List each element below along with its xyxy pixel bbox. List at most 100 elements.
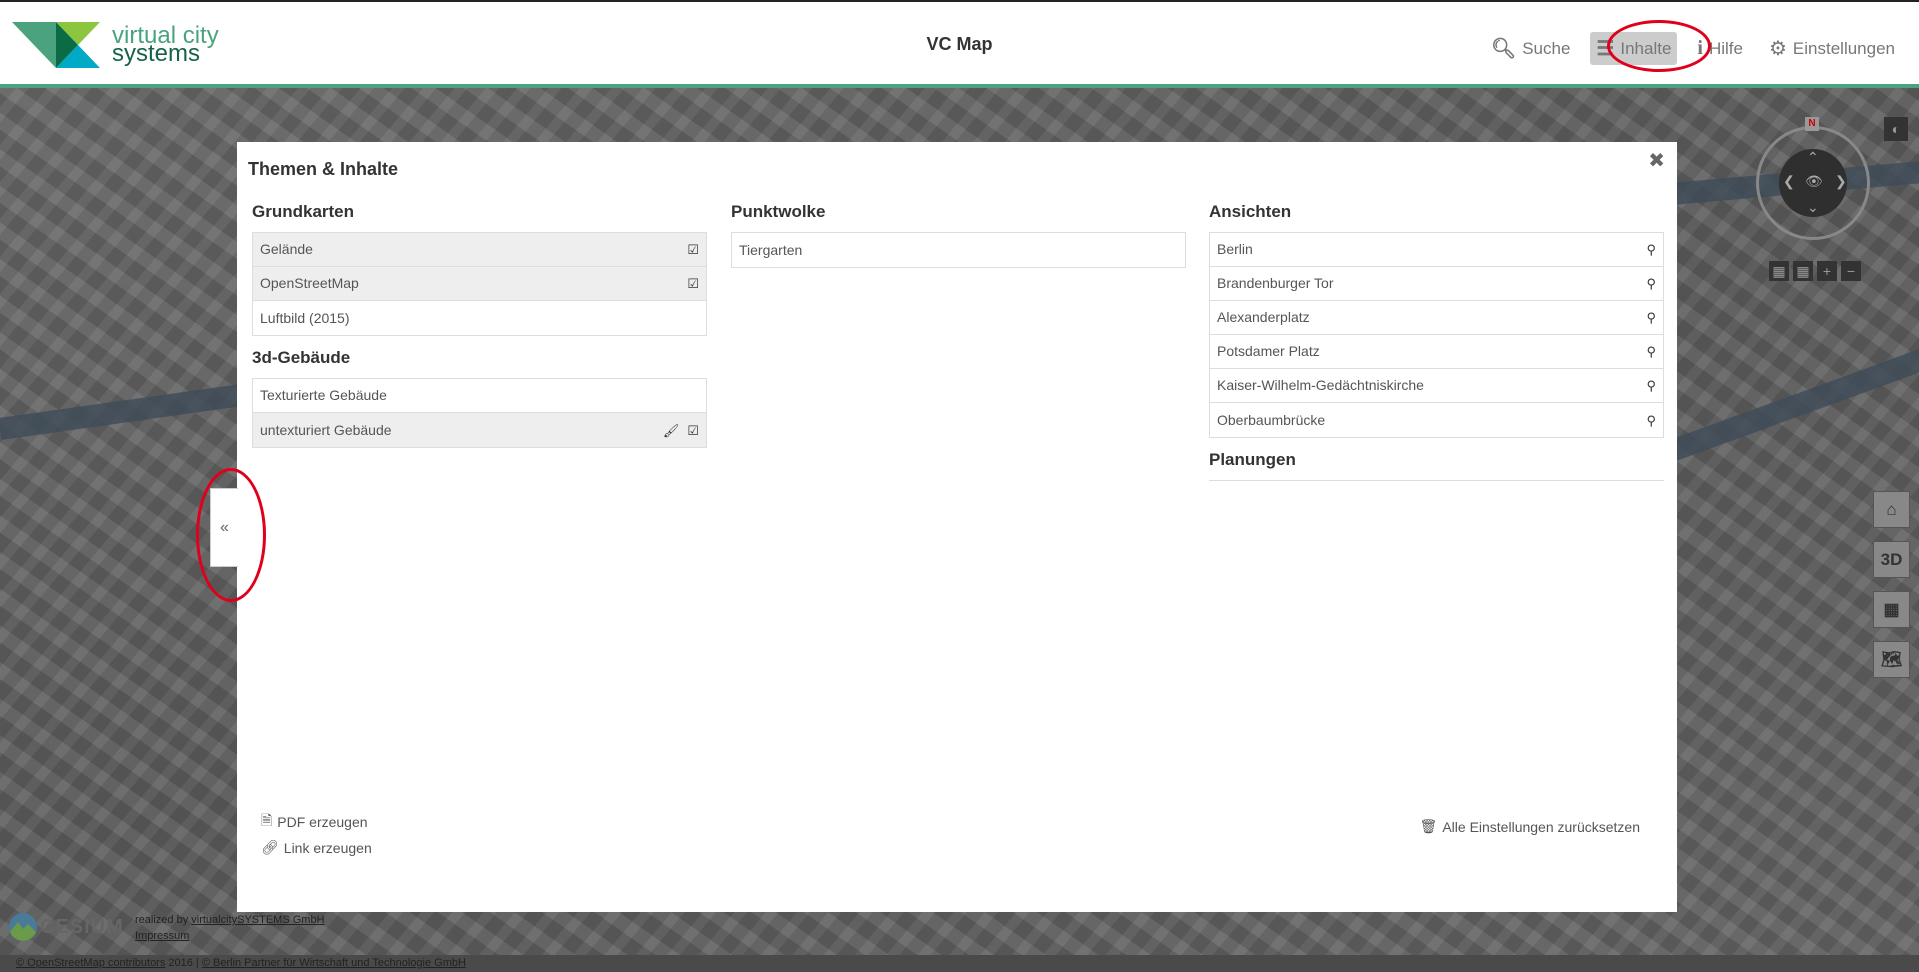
link-icon: 🔗︎ — [261, 839, 279, 855]
views-list: Berlin ⚲ Brandenburger Tor ⚲ Alexanderplat… — [1209, 232, 1664, 438]
divider — [1209, 480, 1664, 481]
item-label: Kaiser-Wilhelm-Gedächtniskirche — [1217, 377, 1424, 393]
berlin-partner-link[interactable]: © Berlin Partner für Wirtschaft und Tech… — [202, 957, 466, 969]
section-title-buildings: 3d-Gebäude — [252, 348, 351, 367]
perspective-grid-icon: ▦ — [1772, 262, 1786, 279]
brush-icon[interactable]: 🖌︎ — [663, 414, 680, 447]
list-item[interactable]: Texturierte Gebäude — [253, 379, 706, 413]
3d-button[interactable]: 3D — [1873, 541, 1910, 578]
reset-settings-link[interactable]: 🗑︎ Alle Einstellungen zurücksetzen — [1420, 818, 1640, 835]
section-title-basemaps: Grundkarten — [252, 202, 355, 221]
contrast-toggle-button[interactable]: ◐ — [1884, 117, 1908, 141]
list-item[interactable]: Potsdamer Platz ⚲ — [1210, 335, 1663, 369]
credits: realized by virtualcitySYSTEMS GmbH Impr… — [135, 912, 325, 944]
section-title-pointcloud: Punktwolke — [731, 202, 826, 221]
item-label: Alexanderplatz — [1217, 309, 1310, 325]
list-item[interactable]: Alexanderplatz ⚲ — [1210, 301, 1663, 335]
highlight-ring — [1607, 20, 1711, 72]
link-label: Alle Einstellungen zurücksetzen — [1442, 818, 1640, 835]
home-icon: ⌂ — [1886, 499, 1897, 519]
attribution-year: 2016 | — [165, 957, 202, 969]
tilt-button[interactable]: ▦ — [1769, 261, 1789, 281]
search-icon: 🔍︎ — [1490, 38, 1517, 60]
map-marker-icon: ⚲ — [1646, 378, 1656, 393]
list-item[interactable]: untexturiert Gebäude 🖌︎ ☑ — [253, 413, 706, 447]
nav-label: Hilfe — [1708, 38, 1743, 58]
gear-icon: ⚙ — [1768, 38, 1787, 60]
item-label: OpenStreetMap — [260, 275, 359, 291]
checkbox-checked-icon[interactable]: ☑ — [687, 233, 699, 266]
map-marker-icon: ⚲ — [1646, 242, 1656, 257]
link-label: PDF erzeugen — [277, 814, 368, 830]
list-item[interactable]: Berlin ⚲ — [1210, 233, 1663, 267]
compass-pad: ⌃ ⌄ ❮ ❯ 👁︎ — [1779, 149, 1847, 217]
item-label: Brandenburger Tor — [1217, 275, 1334, 291]
navigation-compass[interactable]: N ⌃ ⌄ ❮ ❯ 👁︎ ▦ ▦ + − — [1756, 117, 1870, 281]
home-button[interactable]: ⌂ — [1873, 491, 1910, 528]
nav-label: Einstellungen — [1792, 38, 1895, 58]
nav-label: Suche — [1522, 38, 1571, 58]
contents-panel: Themen & Inhalte ✖ Grundkarten Gelände ☑ … — [237, 142, 1677, 912]
pdf-export-link[interactable]: 🗎︎ PDF erzeugen — [261, 810, 368, 834]
plus-icon: + — [1822, 263, 1832, 279]
buildings-list: Texturierte Gebäude untexturiert Gebäude… — [252, 378, 707, 448]
osm-attribution-link[interactable]: © OpenStreetMap contributors — [16, 957, 165, 969]
list-item[interactable]: OpenStreetMap ☑ — [253, 267, 706, 301]
pointcloud-list: Tiergarten — [731, 232, 1186, 268]
compass-north: N — [1805, 117, 1819, 131]
header-accent-line — [0, 84, 1919, 88]
nav-search[interactable]: 🔍︎ Suche — [1485, 32, 1577, 65]
highlight-ring — [196, 468, 266, 602]
nav-settings[interactable]: ⚙ Einstellungen — [1763, 32, 1901, 65]
cesium-logo[interactable]: CESIUM — [8, 912, 124, 942]
map-marker-icon: ⚲ — [1646, 344, 1656, 359]
2d-grid-button[interactable]: ▦ — [1873, 591, 1910, 628]
contrast-icon: ◐ — [1891, 121, 1901, 137]
list-item[interactable]: Gelände ☑ — [253, 233, 706, 267]
2d-map-button[interactable]: 🗺︎ — [1873, 641, 1910, 678]
section-title-plans: Planungen — [1209, 450, 1296, 469]
trash-icon: 🗑︎ — [1419, 818, 1438, 834]
item-label: Tiergarten — [739, 241, 803, 258]
list-item[interactable]: Brandenburger Tor ⚲ — [1210, 267, 1663, 301]
realized-by-text: realized by — [135, 914, 192, 926]
panel-title: Themen & Inhalte — [248, 159, 399, 179]
top-view-button[interactable]: ▦ — [1793, 261, 1813, 281]
pan-right-icon[interactable]: ❯ — [1835, 173, 1847, 190]
link-label: Link erzeugen — [283, 839, 372, 856]
list-item[interactable]: Tiergarten — [732, 233, 1185, 267]
vcs-link[interactable]: virtualcitySYSTEMS GmbH — [191, 914, 324, 926]
pan-down-icon[interactable]: ⌄ — [1807, 199, 1819, 216]
basemap-list: Gelände ☑ OpenStreetMap ☑ Luftbild (2015) — [252, 232, 707, 336]
zoom-out-button[interactable]: − — [1841, 261, 1861, 281]
map-marker-icon: ⚲ — [1646, 310, 1656, 325]
map-marker-icon: ⚲ — [1646, 276, 1656, 291]
map-marker-icon: ⚲ — [1646, 412, 1656, 428]
grid-icon: ▦ — [1796, 262, 1810, 279]
pdf-file-icon: 🗎︎ — [261, 812, 273, 828]
item-label: untexturiert Gebäude — [260, 421, 392, 438]
map-icon: 🗺︎ — [1880, 649, 1903, 669]
eye-icon[interactable]: 👁︎ — [1805, 173, 1823, 190]
section-title-views: Ansichten — [1209, 202, 1292, 221]
item-label: Potsdamer Platz — [1217, 343, 1320, 359]
grid-icon: ▦ — [1883, 599, 1900, 619]
list-item[interactable]: Luftbild (2015) — [253, 301, 706, 335]
minus-icon: − — [1846, 263, 1856, 279]
list-item[interactable]: Oberbaumbrücke ⚲ — [1210, 403, 1663, 437]
impressum-link[interactable]: Impressum — [135, 930, 189, 942]
pan-left-icon[interactable]: ❮ — [1783, 173, 1795, 190]
3d-label: 3D — [1880, 549, 1903, 569]
zoom-in-button[interactable]: + — [1817, 261, 1837, 281]
attribution-bar: © OpenStreetMap contributors 2016 | © Be… — [0, 955, 1919, 972]
cesium-globe-icon — [9, 913, 37, 941]
list-item[interactable]: Kaiser-Wilhelm-Gedächtniskirche ⚲ — [1210, 369, 1663, 403]
close-icon[interactable]: ✖ — [1648, 148, 1665, 173]
item-label: Berlin — [1217, 241, 1253, 257]
create-link-link[interactable]: 🔗︎ Link erzeugen — [261, 839, 372, 856]
item-label: Luftbild (2015) — [260, 309, 350, 326]
checkbox-checked-icon[interactable]: ☑ — [687, 414, 699, 447]
item-label: Texturierte Gebäude — [260, 387, 387, 403]
checkbox-checked-icon[interactable]: ☑ — [687, 267, 699, 300]
pan-up-icon[interactable]: ⌃ — [1807, 149, 1819, 166]
